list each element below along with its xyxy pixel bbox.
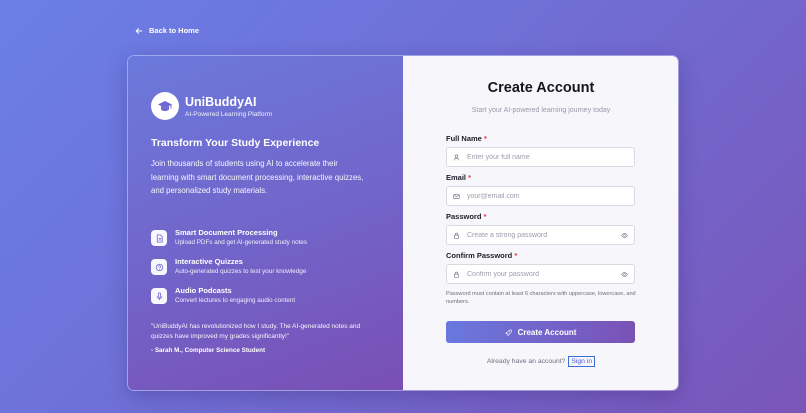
confirm-password-field: Confirm Password *	[446, 251, 635, 284]
promo-description: Join thousands of students using AI to a…	[151, 159, 364, 195]
signup-card: UniBuddyAI AI-Powered Learning Platform …	[127, 55, 679, 391]
feature-list: Smart Document Processing Upload PDFs an…	[151, 228, 307, 315]
mail-icon	[453, 193, 460, 199]
testimonial-quote: "UniBuddyAI has revolutionized how I stu…	[151, 323, 361, 340]
brand-logo	[151, 92, 179, 120]
back-to-home-link[interactable]: Back to Home	[135, 26, 199, 35]
feature-desc: Auto-generated quizzes to test your know…	[175, 268, 307, 275]
field-label: Password *	[446, 212, 487, 221]
rocket-icon	[505, 329, 512, 336]
form-title: Create Account	[487, 80, 595, 96]
create-account-button[interactable]: Create Account	[446, 321, 635, 343]
field-label: Full Name *	[446, 134, 487, 143]
feature-item: Interactive Quizzes Auto-generated quizz…	[151, 257, 307, 275]
field-label: Email *	[446, 173, 472, 182]
lock-icon	[454, 232, 459, 239]
feature-title: Audio Podcasts	[175, 286, 232, 295]
promo-panel: UniBuddyAI AI-Powered Learning Platform …	[128, 56, 403, 390]
feature-item: Smart Document Processing Upload PDFs an…	[151, 228, 307, 246]
full-name-field: Full Name *	[446, 134, 635, 167]
feature-title: Interactive Quizzes	[175, 257, 243, 266]
create-account-label: Create Account	[517, 327, 577, 337]
password-field: Password *	[446, 212, 635, 245]
graduation-cap-icon	[158, 101, 172, 111]
eye-icon[interactable]	[621, 232, 628, 239]
signin-row: Already have an account? Sign in	[403, 356, 678, 367]
brand-name: UniBuddyAI	[185, 94, 257, 109]
feature-item: Audio Podcasts Convert lectures to engag…	[151, 286, 307, 304]
testimonial-author: - Sarah M., Computer Science Student	[151, 347, 266, 354]
brand: UniBuddyAI AI-Powered Learning Platform	[151, 92, 272, 120]
full-name-input[interactable]	[467, 153, 628, 161]
field-label: Confirm Password *	[446, 251, 518, 260]
input-wrapper	[446, 264, 635, 284]
lock-icon	[454, 271, 459, 278]
form-subtitle: Start your AI-powered learning journey t…	[471, 107, 611, 114]
confirm-password-input[interactable]	[467, 270, 614, 278]
input-wrapper	[446, 225, 635, 245]
brand-tagline: AI-Powered Learning Platform	[185, 110, 273, 118]
email-field: Email *	[446, 173, 635, 206]
microphone-icon	[156, 291, 162, 300]
signup-form-panel: Create Account Start your AI-powered lea…	[403, 56, 678, 390]
feature-desc: Convert lectures to engaging audio conte…	[175, 297, 296, 304]
input-wrapper	[446, 186, 635, 206]
required-mark: *	[514, 251, 518, 260]
required-mark: *	[483, 212, 487, 221]
password-input[interactable]	[467, 231, 614, 239]
user-icon	[453, 154, 460, 160]
input-wrapper	[446, 147, 635, 167]
feature-title: Smart Document Processing	[175, 228, 278, 237]
password-hint: Password must contain at least 6 charact…	[446, 291, 636, 305]
feature-desc: Upload PDFs and get AI-generated study n…	[175, 239, 307, 246]
required-mark: *	[483, 134, 487, 143]
back-to-home-label: Back to Home	[149, 26, 200, 35]
email-input[interactable]	[467, 192, 628, 200]
document-icon	[156, 233, 163, 243]
eye-icon[interactable]	[621, 271, 628, 278]
quiz-icon	[155, 263, 163, 271]
signin-prompt: Already have an account?	[486, 358, 566, 365]
sign-in-link[interactable]: Sign in	[568, 356, 596, 367]
required-mark: *	[468, 173, 472, 182]
promo-heading: Transform Your Study Experience	[151, 137, 320, 149]
arrow-left-icon	[135, 27, 143, 34]
